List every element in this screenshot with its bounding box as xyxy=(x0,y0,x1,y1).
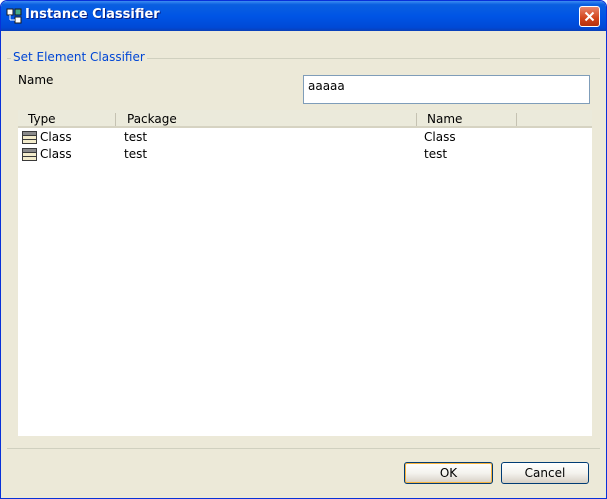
close-icon xyxy=(584,11,595,22)
row-package: test xyxy=(124,147,148,161)
class-icon xyxy=(22,131,37,144)
cancel-button[interactable]: Cancel xyxy=(501,462,589,484)
close-button[interactable] xyxy=(579,6,600,27)
ok-button[interactable]: OK xyxy=(404,462,493,484)
dialog-window: Instance Classifier Set Element Classifi… xyxy=(0,0,607,499)
dialog-content: Set Element Classifier Name aaaaa Type P… xyxy=(4,31,603,495)
row-type: Class xyxy=(40,130,72,144)
name-label: Name xyxy=(18,73,54,87)
group-label: Set Element Classifier xyxy=(11,50,147,64)
table-row[interactable]: Class test test xyxy=(18,146,592,163)
column-divider[interactable] xyxy=(115,113,116,126)
classifier-list[interactable]: Type Package Name Class test Class Class… xyxy=(18,110,592,436)
row-name: Class xyxy=(424,130,456,144)
row-type: Class xyxy=(40,147,72,161)
column-header-package[interactable]: Package xyxy=(127,112,177,126)
title-bar[interactable]: Instance Classifier xyxy=(1,1,606,31)
classifier-app-icon xyxy=(6,8,22,24)
column-divider[interactable] xyxy=(516,113,517,126)
list-header: Type Package Name xyxy=(18,110,592,128)
window-title: Instance Classifier xyxy=(25,7,160,22)
row-package: test xyxy=(124,130,148,144)
name-input[interactable]: aaaaa xyxy=(303,75,590,104)
class-icon xyxy=(22,148,37,161)
column-header-type[interactable]: Type xyxy=(28,112,56,126)
column-divider[interactable] xyxy=(416,113,417,126)
column-header-name[interactable]: Name xyxy=(427,112,462,126)
row-name: test xyxy=(424,147,448,161)
table-row[interactable]: Class test Class xyxy=(18,129,592,146)
button-divider xyxy=(7,448,600,449)
